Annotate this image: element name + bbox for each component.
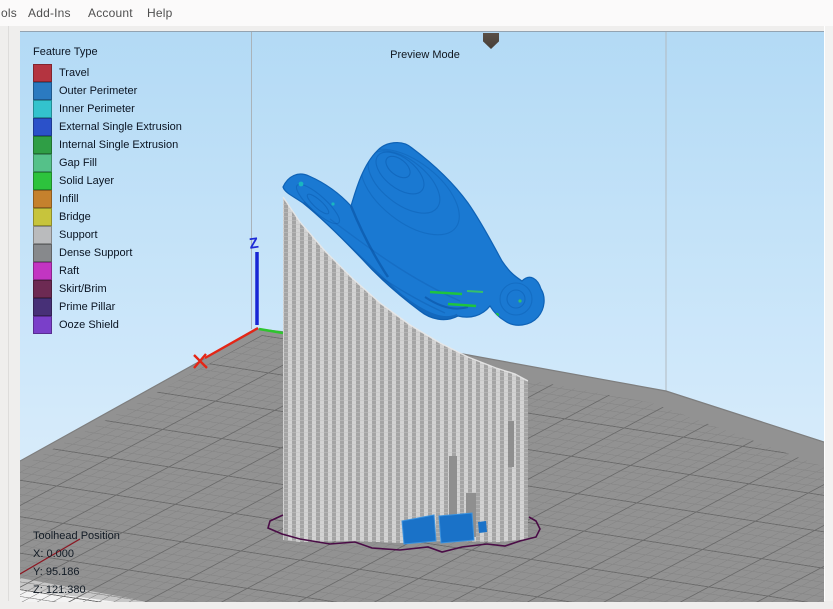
menu-item-tools-partial[interactable]: ols — [1, 6, 17, 20]
legend-item-raft: Raft — [33, 262, 182, 280]
preview-mode-label: Preview Mode — [365, 49, 485, 61]
color-swatch — [33, 226, 52, 244]
color-swatch — [33, 154, 52, 172]
toolhead-x-value: X: 0.000 — [33, 545, 120, 563]
left-panel-edge — [0, 26, 20, 609]
toolhead-position-readout: Toolhead Position X: 0.000 Y: 95.186 Z: … — [33, 527, 120, 599]
color-swatch — [33, 208, 52, 226]
color-swatch — [33, 82, 52, 100]
legend-item-infill: Infill — [33, 190, 182, 208]
legend-item-travel: Travel — [33, 64, 182, 82]
legend-item-outer-perimeter: Outer Perimeter — [33, 82, 182, 100]
legend-item-gap-fill: Gap Fill — [33, 154, 182, 172]
color-swatch — [33, 64, 52, 82]
toolhead-z-value: Z: 121.380 — [33, 581, 120, 599]
legend-item-prime-pillar: Prime Pillar — [33, 298, 182, 316]
legend-item-bridge: Bridge — [33, 208, 182, 226]
legend-item-internal-single-extrusion: Internal Single Extrusion — [33, 136, 182, 154]
legend-item-external-single-extrusion: External Single Extrusion — [33, 118, 182, 136]
menu-bar: ols Add-Ins Account Help — [0, 0, 833, 26]
color-swatch — [33, 190, 52, 208]
support-gap — [508, 421, 514, 467]
color-swatch — [33, 136, 52, 154]
legend-item-inner-perimeter: Inner Perimeter — [33, 100, 182, 118]
toolhead-y-value: Y: 95.186 — [33, 563, 120, 581]
right-panel-edge — [824, 26, 833, 609]
color-swatch — [33, 316, 52, 334]
menu-item-help[interactable]: Help — [147, 6, 172, 20]
color-swatch — [33, 280, 52, 298]
panel-divider — [8, 26, 9, 609]
bottom-panel-edge — [0, 601, 833, 609]
legend-item-ooze-shield: Ooze Shield — [33, 316, 182, 334]
color-swatch — [33, 262, 52, 280]
menu-item-account[interactable]: Account — [88, 6, 133, 20]
legend-item-support: Support — [33, 226, 182, 244]
color-swatch — [33, 100, 52, 118]
color-swatch — [33, 244, 52, 262]
feature-type-legend: Feature Type Travel Outer Perimeter Inne… — [33, 46, 182, 334]
color-swatch — [33, 118, 52, 136]
color-swatch — [33, 172, 52, 190]
legend-title: Feature Type — [33, 46, 182, 62]
color-swatch — [33, 298, 52, 316]
legend-item-dense-support: Dense Support — [33, 244, 182, 262]
toolhead-title: Toolhead Position — [33, 527, 120, 545]
preview-3d-viewport[interactable]: Z — [20, 31, 824, 602]
legend-item-skirt-brim: Skirt/Brim — [33, 280, 182, 298]
legend-item-solid-layer: Solid Layer — [33, 172, 182, 190]
menu-item-add-ins[interactable]: Add-Ins — [28, 6, 71, 20]
